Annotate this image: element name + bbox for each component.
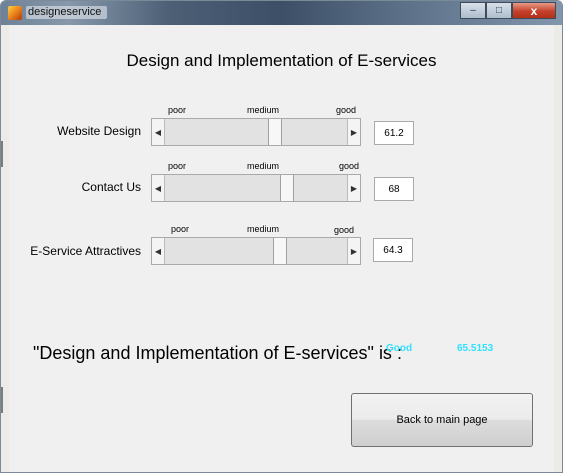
window-controls: – □ x xyxy=(460,2,556,20)
maximize-button[interactable]: □ xyxy=(486,2,512,19)
slider-right-arrow-icon[interactable]: ▶ xyxy=(347,119,360,145)
slider-thumb[interactable] xyxy=(280,175,294,201)
e-service-attractives-slider[interactable]: ◀ ▶ xyxy=(151,237,361,265)
back-to-main-page-button[interactable]: Back to main page xyxy=(351,393,533,447)
website-design-value[interactable]: 61.2 xyxy=(374,121,414,145)
slider-thumb[interactable] xyxy=(268,119,282,145)
window-title: designeservice xyxy=(26,6,108,19)
label-e-service-attractives: E-Service Attractives xyxy=(30,244,141,258)
slider-left-arrow-icon[interactable]: ◀ xyxy=(152,238,165,264)
slider-left-arrow-icon[interactable]: ◀ xyxy=(152,119,165,145)
window-edge xyxy=(1,387,3,413)
result-score: 65.5153 xyxy=(457,343,494,354)
label-contact-us: Contact Us xyxy=(81,180,141,194)
slider-right-arrow-icon[interactable]: ▶ xyxy=(347,238,360,264)
label-website-design: Website Design xyxy=(57,124,141,138)
close-button[interactable]: x xyxy=(512,2,556,19)
tick-medium: medium xyxy=(247,224,280,234)
contact-us-value[interactable]: 68 xyxy=(374,177,414,201)
tick-medium: medium xyxy=(247,161,280,171)
minimize-button[interactable]: – xyxy=(460,2,486,19)
app-window: designeservice – □ x Design and Implemen… xyxy=(0,0,563,473)
slider-right-arrow-icon[interactable]: ▶ xyxy=(347,175,360,201)
title-bar[interactable]: designeservice – □ x xyxy=(1,1,562,25)
tick-good: good xyxy=(334,225,355,235)
result-label: "Design and Implementation of E-services… xyxy=(33,343,402,363)
tick-poor: poor xyxy=(168,161,187,171)
window-edge xyxy=(1,141,3,167)
tick-good: good xyxy=(339,161,360,171)
result-level: Good xyxy=(386,343,413,354)
slider-left-arrow-icon[interactable]: ◀ xyxy=(152,175,165,201)
slider-thumb[interactable] xyxy=(273,238,287,264)
tick-medium: medium xyxy=(247,105,280,115)
tick-good: good xyxy=(336,105,357,115)
tick-poor: poor xyxy=(171,224,190,234)
website-design-slider[interactable]: ◀ ▶ xyxy=(151,118,361,146)
contact-us-slider[interactable]: ◀ ▶ xyxy=(151,174,361,202)
tick-poor: poor xyxy=(168,105,187,115)
e-service-attractives-value[interactable]: 64.3 xyxy=(373,238,413,262)
page-title: Design and Implementation of E-services xyxy=(126,51,437,70)
matlab-icon xyxy=(8,6,22,20)
figure-panel: Design and Implementation of E-services … xyxy=(9,25,554,472)
